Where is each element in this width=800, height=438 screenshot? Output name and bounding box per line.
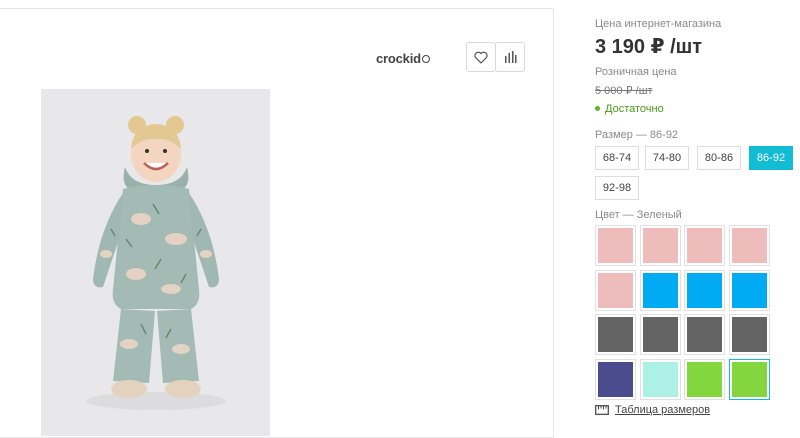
color-swatch[interactable] xyxy=(595,269,636,311)
bar-chart-icon xyxy=(505,51,517,63)
color-swatch-fill xyxy=(598,361,633,397)
color-swatch[interactable] xyxy=(728,358,770,400)
color-swatch[interactable] xyxy=(684,358,725,400)
child-in-snowsuit-image xyxy=(41,89,270,436)
color-swatch[interactable] xyxy=(595,358,636,400)
heart-icon xyxy=(474,51,488,64)
size-table-link[interactable]: Таблица размеров xyxy=(595,404,710,416)
color-swatch-fill xyxy=(687,228,722,263)
color-swatch-fill xyxy=(598,317,633,352)
color-swatch[interactable] xyxy=(595,225,636,266)
product-info-panel: Цена интернет-магазина 3 190 ₽ /шт Розни… xyxy=(595,0,800,427)
retail-price-label: Розничная цена xyxy=(595,66,677,78)
color-swatch-fill xyxy=(642,272,678,308)
size-label: Размер — 86-92 xyxy=(595,129,679,141)
color-swatch[interactable] xyxy=(639,314,681,355)
brand-logo-mark-icon xyxy=(421,55,430,63)
color-swatch-fill xyxy=(731,317,767,352)
color-swatch-fill xyxy=(642,228,678,263)
product-gallery-panel: crockid xyxy=(0,8,554,438)
color-swatch[interactable] xyxy=(684,314,725,355)
brand-logo[interactable]: crockid xyxy=(376,51,430,66)
color-swatch-fill xyxy=(731,361,767,397)
product-photo[interactable] xyxy=(41,89,270,436)
color-swatch-fill xyxy=(731,272,767,308)
color-swatch[interactable] xyxy=(684,225,725,266)
color-swatch-fill xyxy=(731,228,767,263)
color-swatch-fill xyxy=(598,228,633,263)
size-option-74-80[interactable]: 74-80 xyxy=(645,146,689,170)
compare-button[interactable] xyxy=(495,42,525,72)
color-swatch[interactable] xyxy=(639,358,681,400)
color-swatch-fill xyxy=(642,361,678,397)
stock-dot-icon xyxy=(595,106,600,111)
size-option-68-74[interactable]: 68-74 xyxy=(595,146,639,170)
color-label: Цвет — Зеленый xyxy=(595,209,682,221)
color-swatch-grid xyxy=(595,225,770,401)
color-swatch-fill xyxy=(687,272,722,308)
color-swatch-fill xyxy=(687,317,722,352)
online-price: 3 190 ₽ /шт xyxy=(595,36,703,58)
ruler-icon xyxy=(595,405,609,415)
color-swatch[interactable] xyxy=(684,269,725,311)
color-swatch[interactable] xyxy=(728,314,770,355)
size-option-86-92[interactable]: 86-92 xyxy=(749,146,793,170)
retail-price: 5 000 ₽ /шт xyxy=(595,85,653,97)
color-swatch[interactable] xyxy=(728,225,770,266)
wishlist-button[interactable] xyxy=(466,42,496,72)
color-swatch-fill xyxy=(642,317,678,352)
color-swatch[interactable] xyxy=(639,225,681,266)
color-swatch[interactable] xyxy=(728,269,770,311)
color-swatch-fill xyxy=(598,272,633,308)
color-swatch[interactable] xyxy=(639,269,681,311)
size-option-92-98[interactable]: 92-98 xyxy=(595,176,639,200)
online-price-label: Цена интернет-магазина xyxy=(595,18,722,30)
size-option-80-86[interactable]: 80-86 xyxy=(697,146,741,170)
stock-status: Достаточно xyxy=(595,103,664,115)
color-swatch-fill xyxy=(687,361,722,397)
color-swatch[interactable] xyxy=(595,314,636,355)
